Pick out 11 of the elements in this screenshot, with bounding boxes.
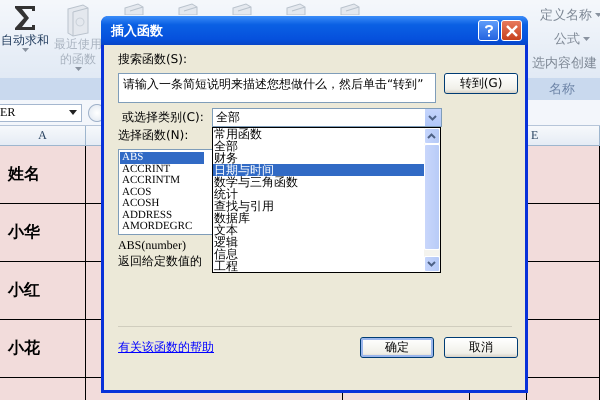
cell-text: 小华: [8, 222, 40, 243]
category-label: 或选择类别(C):: [122, 109, 204, 126]
cell-text: 小红: [8, 280, 40, 301]
cell-text: 姓名: [8, 164, 40, 185]
group-label: 名称: [549, 81, 575, 98]
dialog-title: 插入函数: [111, 22, 163, 40]
function-description: 返回给定数值的: [118, 253, 202, 270]
functions-label: 选择函数(N):: [118, 127, 188, 144]
search-label: 搜索函数(S):: [118, 51, 188, 68]
cell-text: 小花: [8, 338, 40, 359]
function-syntax: ABS(number): [118, 238, 186, 253]
